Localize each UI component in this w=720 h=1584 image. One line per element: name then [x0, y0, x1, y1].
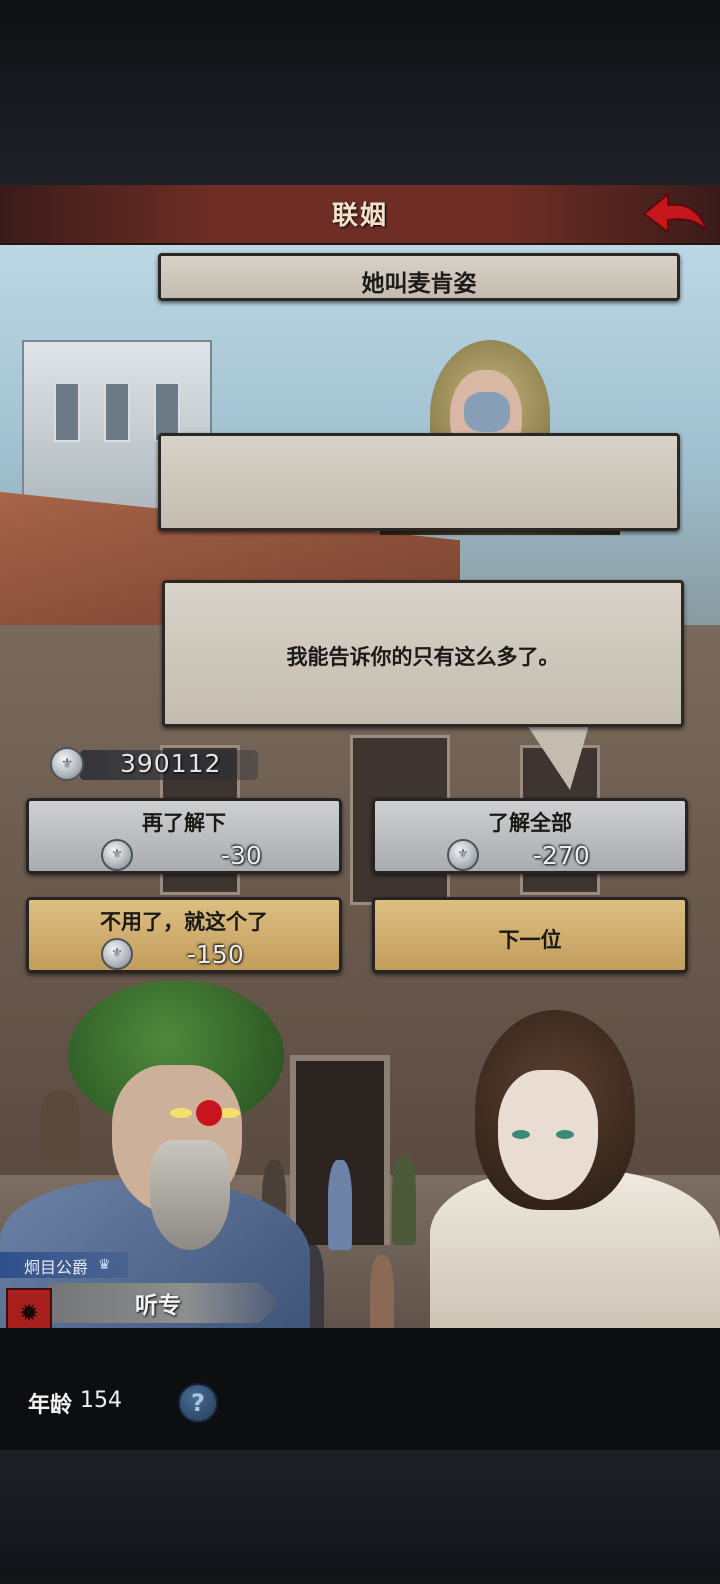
page-title: 联姻: [331, 201, 388, 231]
age-label: 年龄: [28, 1393, 73, 1418]
button-label: 下一位: [498, 928, 562, 952]
crown-icon: ♛: [98, 1257, 111, 1273]
back-button[interactable]: [640, 188, 710, 238]
silver-amount: 390112: [120, 749, 222, 778]
townsperson: [328, 1160, 352, 1250]
accept-match-button[interactable]: 不用了，就这个了 ⚜ -150: [26, 897, 342, 973]
sun-sigil-icon: ✹: [18, 1299, 40, 1327]
speech-bubble: 我能告诉你的只有这么多了。: [162, 580, 684, 727]
next-prospect-button[interactable]: 下一位: [372, 897, 688, 973]
prospect-info-box: [158, 433, 680, 531]
button-label: 不用了，就这个了: [100, 910, 268, 934]
clown-nose: [196, 1100, 222, 1126]
townsperson: [370, 1255, 394, 1328]
header-bar: 联姻: [0, 185, 720, 245]
silver-coin-icon: ⚜: [101, 839, 133, 871]
silver-coin-icon: ⚜: [447, 839, 479, 871]
character-title: 炯目公爵: [24, 1258, 89, 1277]
lady-eye: [556, 1130, 574, 1139]
prospect-name-box: 她叫麦肯姿: [158, 253, 680, 301]
silver-coin-icon: ⚜: [101, 938, 133, 970]
help-button[interactable]: ?: [178, 1383, 218, 1423]
bottom-black-bar: [0, 1450, 720, 1584]
question-mark-icon: ?: [191, 1389, 205, 1417]
red-back-arrow-icon: [642, 191, 707, 234]
button-label: 了解全部: [488, 811, 572, 835]
speech-bubble-tail: [525, 722, 590, 790]
top-black-bar: [0, 0, 720, 185]
prospect-lady-portrait: [420, 1010, 720, 1330]
lady-eye: [512, 1130, 530, 1139]
tower-window: [54, 382, 80, 442]
age-value: 154: [80, 1388, 122, 1413]
button-label: 再了解下: [142, 811, 226, 835]
silver-coin-icon: ⚜: [50, 747, 84, 781]
cost-value: -270: [533, 841, 590, 870]
character-beard: [150, 1140, 230, 1250]
learn-more-button[interactable]: 再了解下 ⚜ -30: [26, 798, 342, 874]
character-name: 听专: [135, 1293, 181, 1319]
silver-balance: ⚜ 390112: [50, 745, 258, 783]
learn-all-button[interactable]: 了解全部 ⚜ -270: [372, 798, 688, 874]
prospect-name-text: 她叫麦肯姿: [361, 271, 477, 297]
cost-value: -30: [221, 841, 262, 870]
character-eye: [170, 1108, 192, 1118]
townsperson: [392, 1155, 416, 1245]
blue-warpaint: [464, 392, 510, 432]
cost-value: -150: [187, 940, 244, 969]
dialogue-text: 我能告诉你的只有这么多了。: [286, 645, 560, 669]
tower-window: [104, 382, 130, 442]
